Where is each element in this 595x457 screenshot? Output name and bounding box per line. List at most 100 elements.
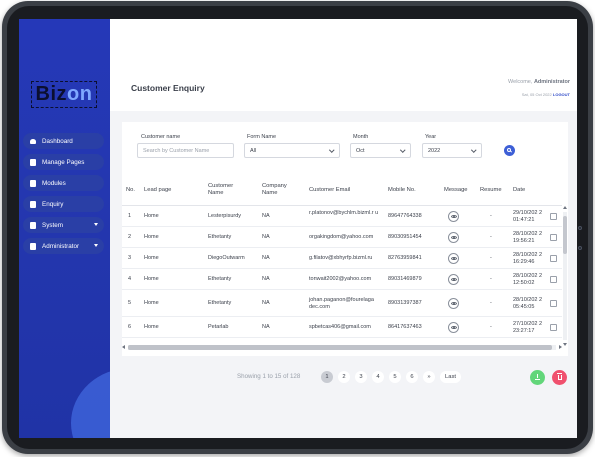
- row-checkbox[interactable]: [550, 213, 557, 220]
- next-page-button[interactable]: »: [423, 371, 435, 383]
- cell-mobile: 89031397387: [388, 300, 422, 306]
- cell-name: Lesterpisurdy: [208, 213, 242, 219]
- view-message-eye-icon[interactable]: [448, 274, 459, 285]
- table-header: No. Lead page Customer Name Company Name…: [122, 176, 562, 206]
- table-row[interactable]: 5 Home Ethetanty NA johan.paganon@fourelaga …: [122, 290, 562, 317]
- month-select[interactable]: Oct: [350, 143, 411, 158]
- scroll-left-icon[interactable]: [122, 345, 125, 349]
- eye-icon: [450, 302, 457, 305]
- document-icon: [30, 158, 36, 166]
- vertical-scrollbar[interactable]: [562, 206, 567, 346]
- table-row[interactable]: 1 Home Lesterpisurdy NA r.platonov@bychlm.bi…: [122, 206, 562, 227]
- cell-resume: -: [490, 324, 492, 330]
- cell-email: spbetcas406@gmail.com: [309, 324, 371, 330]
- welcome-text: Welcome, Administrator: [508, 79, 570, 85]
- pagination: 1 2 3 4 5 6 » Last: [321, 371, 461, 383]
- trash-icon: [557, 373, 562, 380]
- page-button[interactable]: 3: [355, 371, 367, 383]
- logo[interactable]: Biz on: [31, 81, 97, 108]
- camera-dot: [578, 246, 582, 250]
- view-message-eye-icon[interactable]: [448, 322, 459, 333]
- row-checkbox[interactable]: [550, 324, 557, 331]
- cell-date: 28/10/202 2 19:56:21: [513, 230, 543, 244]
- sidebar-item-label: System: [42, 221, 63, 229]
- cell-no: 6: [128, 324, 132, 330]
- last-page-button[interactable]: Last: [440, 371, 461, 383]
- scroll-right-icon[interactable]: [559, 345, 562, 349]
- view-message-eye-icon[interactable]: [448, 298, 459, 309]
- cell-lead: Home: [144, 300, 159, 306]
- sidebar-item-manage-pages[interactable]: Manage Pages: [23, 154, 104, 170]
- download-icon: [535, 374, 540, 380]
- cell-mobile: 89030951454: [388, 234, 422, 240]
- eye-icon: [450, 215, 457, 218]
- cell-company: NA: [262, 234, 270, 240]
- document-icon: [30, 200, 36, 208]
- page-button[interactable]: 4: [372, 371, 384, 383]
- dashboard-icon: [30, 138, 36, 144]
- customer-name-search-input[interactable]: Search by Customer Name: [137, 143, 234, 158]
- horizontal-scrollbar[interactable]: [122, 344, 562, 350]
- cell-email: g.filatov@xbhyrfp.bizml.ru: [309, 255, 373, 261]
- page-button[interactable]: 1: [321, 371, 333, 383]
- page-button[interactable]: 2: [338, 371, 350, 383]
- sidebar-item-system[interactable]: System: [23, 217, 104, 233]
- cell-resume: -: [490, 213, 492, 219]
- eye-icon: [450, 278, 457, 281]
- table-row[interactable]: 4 Home Ethetanty NA tonwait2002@yahoo.com 890…: [122, 269, 562, 290]
- download-button[interactable]: [530, 370, 545, 385]
- form-name-value: All: [250, 147, 257, 154]
- sidebar-item-label: Enquiry: [42, 200, 64, 208]
- logout-link[interactable]: LOGOUT: [553, 92, 570, 97]
- sidebar-item-administrator[interactable]: Administrator: [23, 238, 104, 254]
- table-row[interactable]: 2 Home Ethetanty NA orgakingdom@yahoo.com 890…: [122, 227, 562, 248]
- cell-email: orgakingdom@yahoo.com: [309, 234, 374, 240]
- col-no: No.: [126, 187, 136, 193]
- view-message-eye-icon[interactable]: [448, 253, 459, 264]
- header-meta: Sat, 05 Oct 2022 LOGOUT: [522, 92, 570, 97]
- cell-resume: -: [490, 276, 492, 282]
- col-resume: Resume: [480, 187, 502, 193]
- cell-date: 29/10/202 2 01:47:21: [513, 209, 543, 223]
- customer-name-label: Customer name: [141, 134, 181, 140]
- sidebar-item-enquiry[interactable]: Enquiry: [23, 196, 104, 212]
- year-select[interactable]: 2022: [422, 143, 482, 158]
- search-button[interactable]: [504, 145, 515, 156]
- sidebar-item-label: Dashboard: [42, 137, 73, 145]
- table-row[interactable]: 3 Home DiegoOutwarm NA g.filatov@xbhyrfp.biz…: [122, 248, 562, 269]
- year-value: 2022: [428, 147, 441, 154]
- cell-no: 2: [128, 234, 132, 240]
- cell-email: johan.paganon@fourelaga dec.com: [309, 296, 374, 310]
- cell-company: NA: [262, 213, 270, 219]
- cell-name: Ethetanty: [208, 300, 232, 306]
- scroll-thumb[interactable]: [128, 345, 552, 350]
- document-icon: [30, 179, 36, 187]
- cell-company: NA: [262, 255, 270, 261]
- view-message-eye-icon[interactable]: [448, 211, 459, 222]
- row-checkbox[interactable]: [550, 300, 557, 307]
- scroll-up-icon[interactable]: [563, 206, 567, 209]
- camera-dot: [578, 226, 582, 230]
- sidebar-item-modules[interactable]: Modules: [23, 175, 104, 191]
- page-button[interactable]: 6: [406, 371, 418, 383]
- row-checkbox[interactable]: [550, 276, 557, 283]
- app-screen: Biz on Dashboard Manage Pages Modules Enquir…: [19, 19, 577, 438]
- row-checkbox[interactable]: [550, 255, 557, 262]
- scroll-down-icon[interactable]: [563, 343, 567, 346]
- page-button[interactable]: 5: [389, 371, 401, 383]
- view-message-eye-icon[interactable]: [448, 232, 459, 243]
- form-name-select[interactable]: All: [244, 143, 340, 158]
- chevron-down-icon: [470, 147, 476, 153]
- month-value: Oct: [356, 147, 365, 154]
- cell-no: 4: [128, 276, 132, 282]
- table-row[interactable]: 6 Home Petarlab NA spbetcas406@gmail.com 8641…: [122, 317, 562, 338]
- scroll-thumb[interactable]: [563, 216, 567, 254]
- eye-icon: [450, 326, 457, 329]
- chevron-down-icon: [328, 147, 334, 153]
- delete-button[interactable]: [552, 370, 567, 385]
- enquiry-card: Customer name Search by Customer Name Fo…: [122, 122, 568, 356]
- month-label: Month: [353, 134, 369, 140]
- col-mobile: Mobile No.: [388, 187, 416, 193]
- sidebar-item-dashboard[interactable]: Dashboard: [23, 133, 104, 149]
- row-checkbox[interactable]: [550, 234, 557, 241]
